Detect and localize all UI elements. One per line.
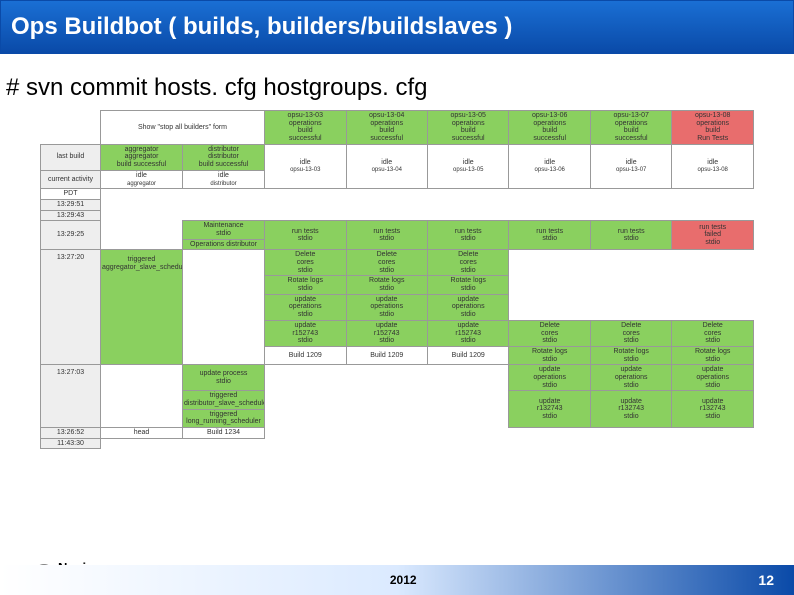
row-label-current-activity: current activity: [41, 170, 101, 188]
idle-cell: idledistributor: [183, 170, 265, 188]
update-ops-cell[interactable]: updateoperationsstdio: [590, 365, 671, 391]
update-rev-cell[interactable]: updater132743stdio: [509, 391, 590, 428]
build-num-cell[interactable]: Build 1234: [183, 428, 265, 439]
delete-cores-cell[interactable]: Deletecoresstdio: [672, 320, 754, 346]
update-ops-cell[interactable]: updateoperationsstdio: [509, 365, 590, 391]
buildbot-table-wrap: Show "stop all builders" form opsu-13-03…: [0, 110, 794, 449]
build-num-cell[interactable]: Build 1209: [346, 346, 427, 364]
col-opsu-06[interactable]: opsu-13-06operationsbuildsuccessful: [509, 111, 590, 145]
run-tests-cell[interactable]: run testsstdio: [590, 221, 671, 250]
idle-cell: idleopsu-13-04: [346, 144, 427, 188]
col-opsu-08[interactable]: opsu-13-08operationsbuildRun Tests: [672, 111, 754, 145]
show-stop-form[interactable]: Show "stop all builders" form: [101, 111, 265, 145]
update-ops-cell[interactable]: updateoperationsstdio: [265, 294, 346, 320]
rotate-logs-cell[interactable]: Rotate logsstdio: [346, 276, 427, 294]
col-opsu-05[interactable]: opsu-13-05operationsbuildsuccessful: [427, 111, 508, 145]
time-cell: 13:27:03: [41, 365, 101, 428]
idle-cell: idleopsu-13-06: [509, 144, 590, 188]
rotate-logs-cell[interactable]: Rotate logsstdio: [427, 276, 508, 294]
idle-cell: idleopsu-13-08: [672, 144, 754, 188]
delete-cores-cell[interactable]: Deletecoresstdio: [427, 250, 508, 276]
time-cell: 13:29:25: [41, 221, 101, 250]
title-bar: Ops Buildbot ( builds, builders/buildsla…: [0, 0, 794, 54]
triggered-dist-cell[interactable]: triggereddistributor_slave_scheduler: [183, 391, 265, 409]
run-tests-cell[interactable]: run testsstdio: [509, 221, 590, 250]
time-cell: 13:26:52: [41, 428, 101, 439]
run-tests-cell[interactable]: run testsstdio: [427, 221, 508, 250]
col-opsu-07[interactable]: opsu-13-07operationsbuildsuccessful: [590, 111, 671, 145]
page-number: 12: [758, 572, 774, 588]
update-ops-cell[interactable]: updateoperationsstdio: [427, 294, 508, 320]
col-opsu-03[interactable]: opsu-13-03operationsbuildsuccessful: [265, 111, 346, 145]
delete-cores-cell[interactable]: Deletecoresstdio: [590, 320, 671, 346]
rotate-logs-cell[interactable]: Rotate logsstdio: [509, 346, 590, 364]
run-tests-cell[interactable]: run testsstdio: [346, 221, 427, 250]
rotate-logs-cell[interactable]: Rotate logsstdio: [265, 276, 346, 294]
row-label-last-build: last build: [41, 144, 101, 170]
update-rev-cell[interactable]: updater152743stdio: [346, 320, 427, 346]
time-cell: 11:43:30: [41, 438, 101, 449]
footer-bar: 2012 12: [0, 565, 794, 595]
delete-cores-cell[interactable]: Deletecoresstdio: [509, 320, 590, 346]
col-aggregator[interactable]: aggregatoraggregatorbuild successful: [101, 144, 183, 170]
idle-cell: idleopsu-13-03: [265, 144, 346, 188]
update-rev-cell[interactable]: updater132743stdio: [590, 391, 671, 428]
delete-cores-cell[interactable]: Deletecoresstdio: [265, 250, 346, 276]
update-ops-cell[interactable]: updateoperationsstdio: [346, 294, 427, 320]
update-rev-cell[interactable]: updater132743stdio: [672, 391, 754, 428]
col-distributor[interactable]: distributordistributorbuild successful: [183, 144, 265, 170]
update-process-cell[interactable]: update processstdio: [183, 365, 265, 391]
buildbot-grid: Show "stop all builders" form opsu-13-03…: [40, 110, 754, 449]
update-rev-cell[interactable]: updater152743stdio: [265, 320, 346, 346]
head-cell[interactable]: head: [101, 428, 183, 439]
run-tests-cell[interactable]: run testsstdio: [265, 221, 346, 250]
maintenance-cell[interactable]: Maintenancestdio: [183, 221, 265, 239]
update-ops-cell[interactable]: updateoperationsstdio: [672, 365, 754, 391]
idle-cell: idleopsu-13-07: [590, 144, 671, 188]
col-opsu-04[interactable]: opsu-13-04operationsbuildsuccessful: [346, 111, 427, 145]
update-rev-cell[interactable]: updater152743stdio: [427, 320, 508, 346]
triggered-agg-cell[interactable]: triggeredaggregator_slave_scheduler: [101, 250, 183, 365]
idle-cell: idleaggregator: [101, 170, 183, 188]
rotate-logs-cell[interactable]: Rotate logsstdio: [672, 346, 754, 364]
triggered-long-cell[interactable]: triggeredlong_running_scheduler: [183, 409, 265, 427]
page-title: Ops Buildbot ( builds, builders/buildsla…: [11, 13, 512, 40]
rotate-logs-cell[interactable]: Rotate logsstdio: [590, 346, 671, 364]
row-label-pdt: PDT: [41, 189, 101, 200]
time-cell: 13:27:20: [41, 250, 101, 365]
delete-cores-cell[interactable]: Deletecoresstdio: [346, 250, 427, 276]
time-cell: 13:29:51: [41, 199, 101, 210]
idle-cell: idleopsu-13-05: [427, 144, 508, 188]
ops-distributor-cell[interactable]: Operations distributor: [183, 239, 265, 250]
build-num-cell[interactable]: Build 1209: [427, 346, 508, 364]
time-cell: 13:29:43: [41, 210, 101, 221]
run-tests-failed-cell[interactable]: run testsfailedstdio: [672, 221, 754, 250]
build-num-cell[interactable]: Build 1209: [265, 346, 346, 364]
subtitle: # svn commit hosts. cfg hostgroups. cfg: [0, 54, 794, 110]
footer-year: 2012: [390, 573, 417, 587]
